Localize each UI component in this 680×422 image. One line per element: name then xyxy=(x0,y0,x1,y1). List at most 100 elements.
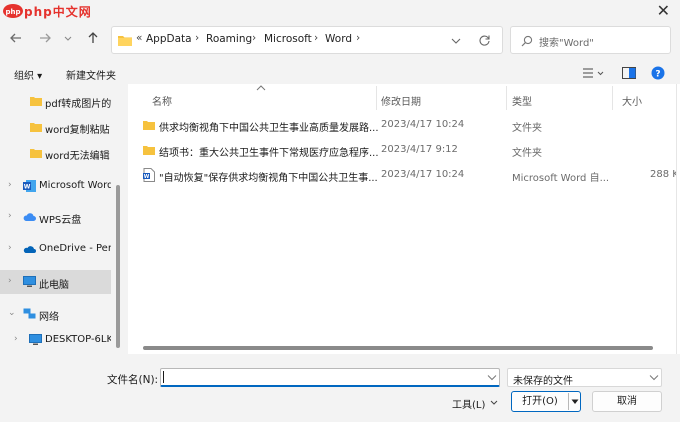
table-row[interactable]: 结项书：重大公共卫生事件下常规医疗应急程序... 2023/4/17 9:12 … xyxy=(128,140,676,162)
sidebar-item-label: word复制粘贴 xyxy=(45,125,110,136)
column-header-type[interactable]: 类型 xyxy=(512,93,532,108)
close-window-button[interactable]: ✕ xyxy=(657,1,670,20)
folder-icon xyxy=(30,149,42,158)
chevron-right-icon[interactable]: › xyxy=(8,243,12,253)
navigation-pane[interactable]: pdf转成图片的 word复制粘贴 word无法编辑 › W Microsoft… xyxy=(0,84,124,349)
back-button[interactable] xyxy=(9,31,23,49)
chevron-right-icon[interactable]: › xyxy=(8,211,12,221)
sidebar-item-label: 网络 xyxy=(39,312,59,323)
monitor-icon xyxy=(29,334,42,345)
search-placeholder: 搜索"Word" xyxy=(539,38,594,49)
filename-input[interactable] xyxy=(160,368,500,387)
column-header-date[interactable]: 修改日期 xyxy=(381,93,421,108)
search-input[interactable]: 搜索"Word" xyxy=(510,26,671,54)
forward-button[interactable] xyxy=(38,31,52,49)
help-button[interactable]: ? xyxy=(651,66,665,83)
sort-ascending-icon xyxy=(256,85,266,91)
new-folder-button[interactable]: 新建文件夹 xyxy=(66,67,116,82)
breadcrumb-microsoft[interactable]: Microsoft xyxy=(264,33,312,45)
sidebar-item-pdf-folder[interactable]: pdf转成图片的 xyxy=(0,89,111,113)
row-type: 文件夹 xyxy=(512,123,542,134)
sidebar-item-label: pdf转成图片的 xyxy=(45,99,111,110)
split-divider xyxy=(568,393,569,410)
row-name: 结项书：重大公共卫生事件下常规医疗应急程序... xyxy=(159,148,379,159)
sidebar-item-word-edit-folder[interactable]: word无法编辑 xyxy=(0,141,111,165)
network-icon xyxy=(23,308,36,319)
table-row[interactable]: 供求均衡视角下中国公共卫生事业高质量发展路... 2023/4/17 10:24… xyxy=(128,115,676,137)
svg-text:W: W xyxy=(144,174,150,180)
row-type: Microsoft Word 自... xyxy=(512,173,610,184)
help-icon: ? xyxy=(651,66,665,80)
address-bar[interactable]: « AppData › Roaming › Microsoft › Word › xyxy=(111,26,503,54)
tools-label: 工具(L) xyxy=(452,400,486,411)
php-logo-icon: php xyxy=(3,4,23,18)
word-icon: W xyxy=(23,180,36,192)
sidebar-item-onedrive[interactable]: › OneDrive - Pers xyxy=(0,237,111,261)
list-view-icon xyxy=(583,68,604,78)
tools-button[interactable]: 工具(L) xyxy=(447,392,502,413)
view-options-button[interactable] xyxy=(583,67,605,82)
sidebar-item-microsoft-word[interactable]: › W Microsoft Word xyxy=(0,174,111,198)
breadcrumb-separator: › xyxy=(356,32,361,44)
details-pane-edge xyxy=(676,84,680,354)
open-button-group[interactable]: 打开(O) xyxy=(511,391,581,412)
open-options-dropdown-icon[interactable] xyxy=(571,398,579,405)
breadcrumb-overflow[interactable]: « xyxy=(136,32,142,44)
breadcrumb-separator: › xyxy=(195,32,200,44)
sidebar-item-wps-cloud[interactable]: › WPS云盘 xyxy=(0,205,111,229)
column-header-name[interactable]: 名称 xyxy=(152,93,172,108)
sidebar-item-desktop-pc[interactable]: › DESKTOP-6LK xyxy=(0,328,111,352)
open-button[interactable]: 打开(O) xyxy=(512,392,568,411)
preview-pane-icon xyxy=(622,67,636,79)
cancel-button[interactable]: 取消 xyxy=(592,391,662,412)
up-button[interactable] xyxy=(86,31,100,49)
column-divider[interactable] xyxy=(612,86,613,110)
column-header-size[interactable]: 大小 xyxy=(622,93,642,108)
folder-icon xyxy=(143,146,155,155)
sidebar-item-this-pc[interactable]: › 此电脑 xyxy=(0,270,111,294)
chevron-right-icon[interactable]: › xyxy=(8,180,12,190)
chevron-down-icon[interactable]: ⌄ xyxy=(8,308,16,318)
sidebar-item-label: DESKTOP-6LK xyxy=(45,334,111,345)
address-history-dropdown-icon[interactable] xyxy=(450,36,462,46)
row-date: 2023/4/17 10:24 xyxy=(381,119,465,130)
breadcrumb-word[interactable]: Word xyxy=(325,33,352,45)
arrow-right-icon xyxy=(40,33,51,43)
arrow-left-icon xyxy=(10,33,21,43)
column-divider[interactable] xyxy=(506,86,507,110)
sidebar-item-word-paste-folder[interactable]: word复制粘贴 xyxy=(0,115,111,139)
breadcrumb-appdata[interactable]: AppData xyxy=(146,33,192,45)
sidebar-item-label: Microsoft Word xyxy=(39,180,111,191)
column-divider[interactable] xyxy=(376,86,377,110)
filename-label: 文件名(N): xyxy=(107,374,159,386)
sidebar-scrollbar[interactable] xyxy=(116,185,120,348)
sidebar-item-label: 此电脑 xyxy=(39,280,69,291)
watermark-text: php中文网 xyxy=(24,5,92,19)
text-cursor xyxy=(163,371,164,383)
sidebar-item-network[interactable]: ⌄ 网络 xyxy=(0,302,111,326)
chevron-down-icon xyxy=(64,36,72,41)
row-size: 288 K xyxy=(650,169,676,180)
sidebar-item-label: WPS云盘 xyxy=(39,215,82,226)
filetype-select[interactable]: 未保存的文件 xyxy=(507,368,662,387)
breadcrumb-roaming[interactable]: Roaming xyxy=(206,33,252,45)
onedrive-icon xyxy=(23,246,36,253)
filetype-value: 未保存的文件 xyxy=(513,376,573,387)
chevron-down-icon[interactable] xyxy=(487,374,497,381)
horizontal-scrollbar[interactable] xyxy=(143,346,653,350)
recent-locations-button[interactable] xyxy=(64,31,72,49)
svg-text:W: W xyxy=(24,184,31,191)
row-type: 文件夹 xyxy=(512,148,542,159)
refresh-icon[interactable] xyxy=(478,34,491,47)
computer-icon xyxy=(23,276,36,287)
folder-icon xyxy=(30,123,42,132)
arrow-up-icon xyxy=(88,32,98,43)
chevron-right-icon[interactable]: › xyxy=(8,276,12,286)
preview-pane-button[interactable] xyxy=(622,67,636,82)
organize-button[interactable]: 组织 ▾ xyxy=(14,67,42,82)
word-document-icon: W xyxy=(143,168,155,182)
chevron-down-icon xyxy=(649,375,659,381)
chevron-right-icon[interactable]: › xyxy=(14,334,18,344)
sidebar-item-label: word无法编辑 xyxy=(45,151,110,162)
table-row[interactable]: W "自动恢复"保存供求均衡视角下中国公共卫生事... 2023/4/17 10… xyxy=(128,165,676,187)
